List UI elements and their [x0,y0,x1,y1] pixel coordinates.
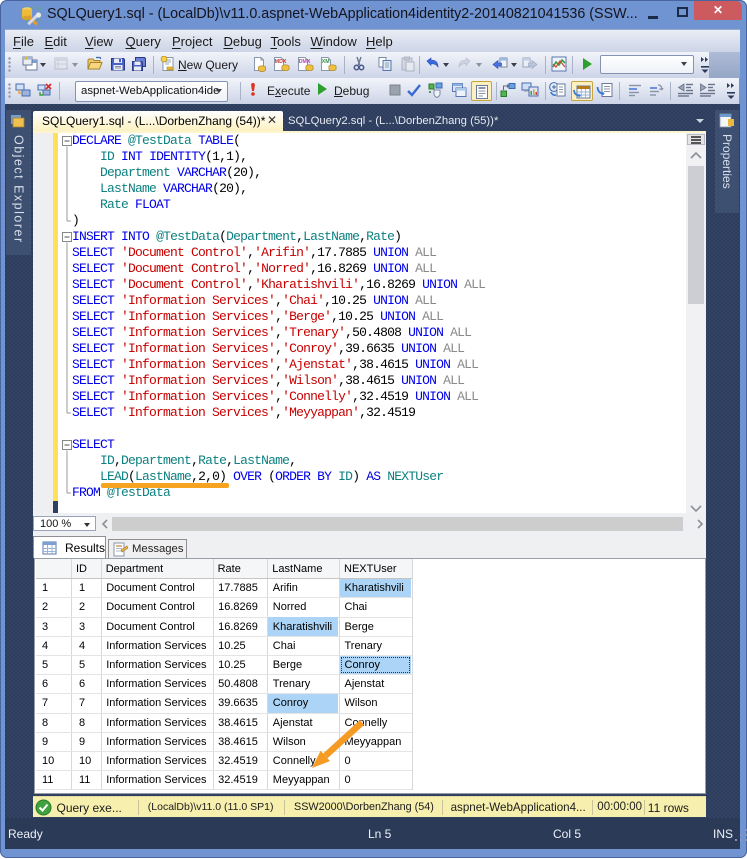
svg-text:XM: XM [322,59,330,65]
svg-text:MDX: MDX [275,59,287,65]
svg-text:DMX: DMX [299,59,311,65]
